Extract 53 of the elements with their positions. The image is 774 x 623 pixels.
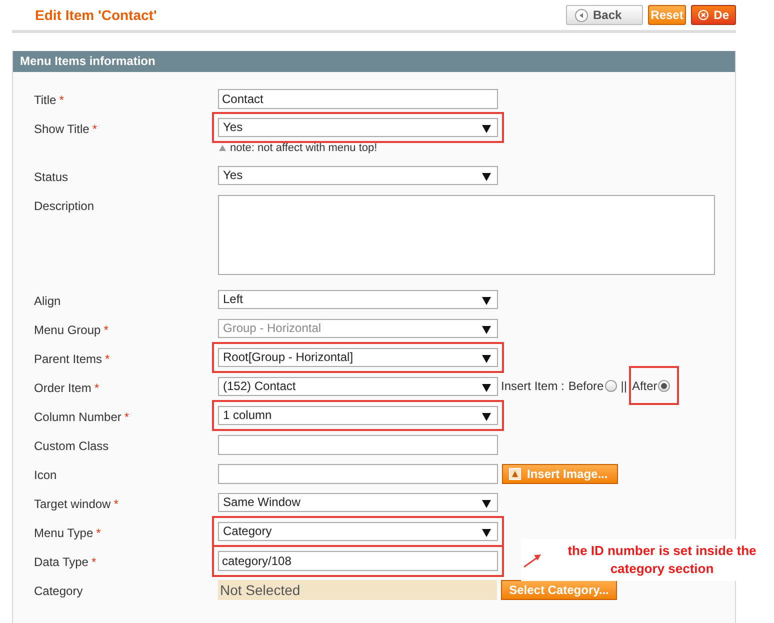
radio-button[interactable]	[658, 380, 670, 392]
annotation-text: the ID number is set inside the category section	[566, 542, 758, 578]
dropdown-arrow-icon	[482, 500, 491, 508]
page-title: Edit Item 'Contact'	[35, 6, 158, 24]
field-label: Target window *	[33, 496, 120, 512]
field-label: Description	[33, 198, 96, 214]
separator-text: ||	[620, 378, 627, 395]
field-label: Icon	[33, 466, 58, 484]
dropdown-arrow-icon	[482, 125, 491, 133]
dropdown-field[interactable]: 1 column	[218, 406, 498, 424]
field-label: Show Title *	[33, 121, 98, 138]
field-label: Data Type *	[33, 554, 98, 570]
text-field[interactable]: Contact	[218, 89, 498, 109]
insert-label: Insert Item :	[501, 378, 564, 395]
text-field[interactable]	[218, 434, 498, 454]
field-label: Order Item *	[33, 380, 100, 396]
radio-button[interactable]	[604, 380, 617, 392]
text-field[interactable]	[218, 464, 498, 484]
dropdown-field[interactable]: Yes	[218, 118, 498, 137]
dropdown-field[interactable]: Yes	[218, 166, 498, 184]
close-icon	[698, 8, 709, 22]
field-label: Title *	[33, 92, 65, 109]
dropdown-field[interactable]: Category	[218, 522, 498, 540]
dropdown-field[interactable]: Root[Group - Horizontal]	[218, 348, 498, 366]
image-icon	[509, 468, 521, 480]
dropdown-arrow-icon	[482, 172, 491, 180]
dropdown-arrow-icon	[482, 384, 491, 392]
panel-header: Menu Items information	[13, 51, 735, 72]
field-label: Status	[33, 168, 70, 186]
dropdown-arrow-icon	[482, 528, 491, 536]
field-label: Custom Class	[33, 438, 110, 454]
field-label: Column Number *	[33, 408, 130, 426]
arrow-icon	[523, 552, 543, 568]
field-label: Menu Group *	[33, 322, 110, 338]
dropdown-arrow-icon	[482, 412, 491, 420]
dropdown-field[interactable]: Left	[218, 290, 498, 308]
back-button[interactable]: Back	[566, 5, 643, 25]
dropdown-field[interactable]: Same Window	[218, 492, 498, 512]
text-area[interactable]	[218, 194, 715, 274]
dropdown-arrow-icon	[482, 354, 491, 362]
dropdown-field[interactable]: (152) Contact	[218, 376, 498, 396]
text-field[interactable]: category/108	[218, 550, 498, 570]
dropdown-arrow-icon	[482, 296, 491, 304]
radio-label: Before	[568, 378, 604, 395]
note-text: note: not affect with menu top!	[230, 141, 378, 156]
dropdown-arrow-icon	[482, 326, 491, 334]
field-label: Category	[33, 582, 84, 600]
field-label: Menu Type *	[33, 524, 102, 542]
radio-label: After	[632, 378, 658, 395]
up-triangle-icon	[219, 145, 226, 152]
field-label: Parent Items *	[33, 350, 111, 368]
category-display: Not Selected	[218, 580, 497, 600]
field-label: Align	[33, 292, 62, 310]
